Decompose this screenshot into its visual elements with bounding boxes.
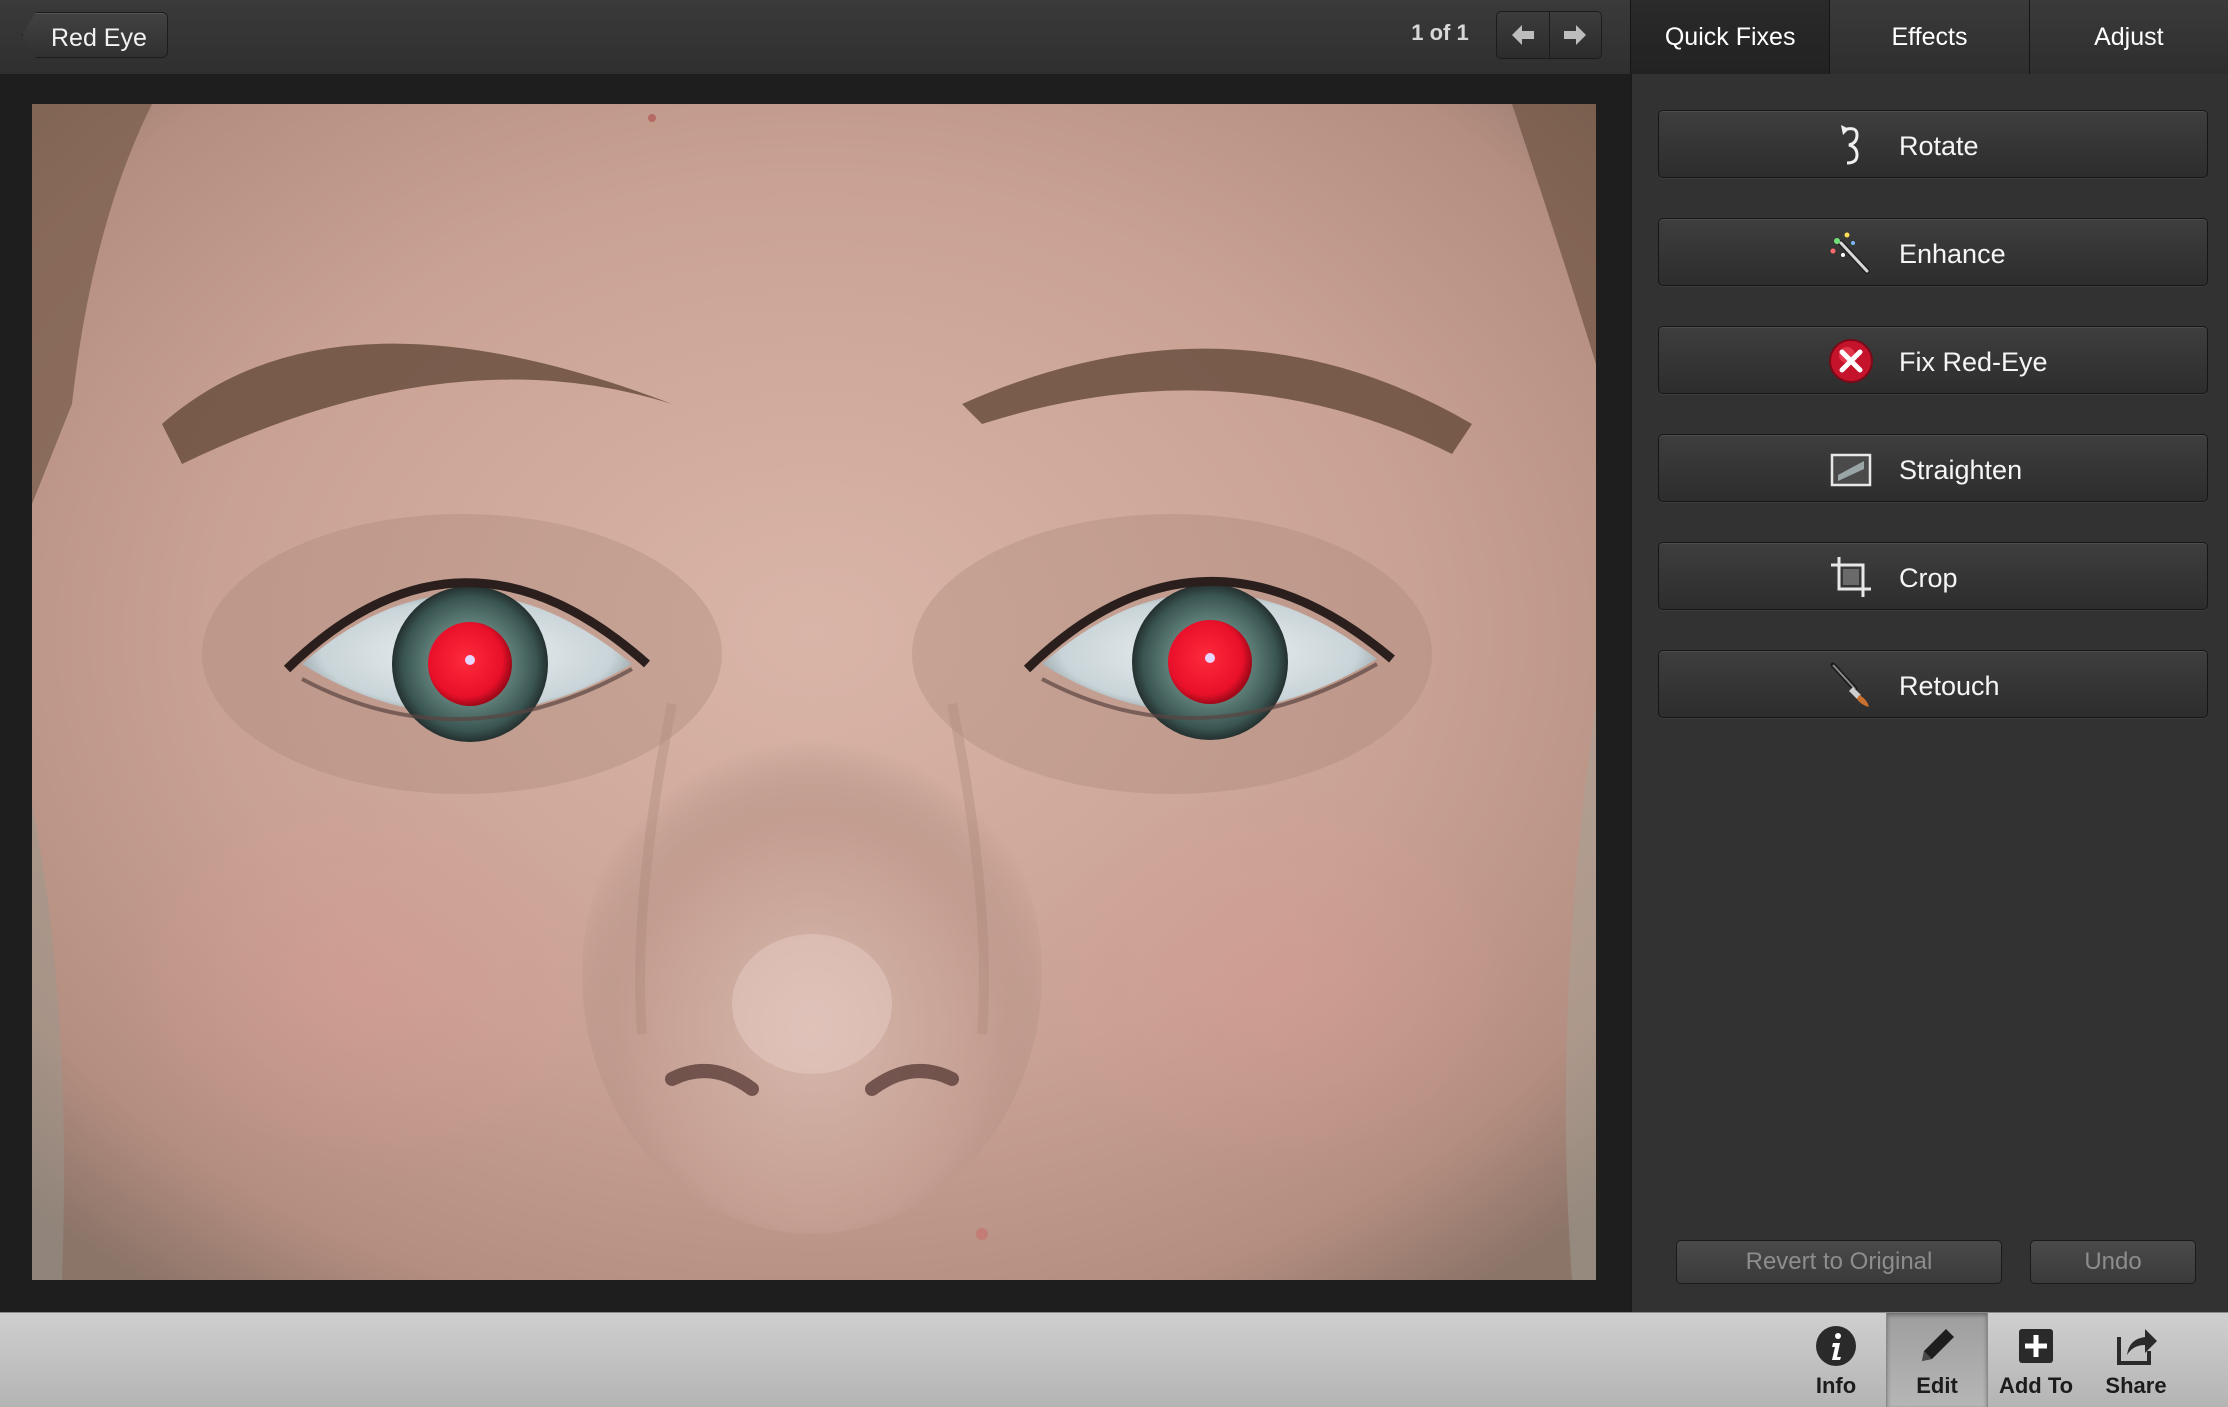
arrow-left-icon xyxy=(1511,25,1534,45)
back-button[interactable]: Red Eye xyxy=(22,12,168,58)
straighten-icon xyxy=(1830,453,1872,487)
edit-label: Edit xyxy=(1916,1373,1958,1398)
enhance-button[interactable]: Enhance xyxy=(1658,218,2208,286)
photo-navigation xyxy=(1496,11,1602,59)
quick-fixes-panel: Rotate Enhance Fix Red-Eye Straighten Cr… xyxy=(1630,74,2228,1312)
info-icon xyxy=(1816,1326,1856,1366)
pencil-icon xyxy=(1922,1329,1954,1361)
straighten-button[interactable]: Straighten xyxy=(1658,434,2208,502)
crop-label: Crop xyxy=(1899,563,1958,593)
previous-photo-button[interactable] xyxy=(1497,12,1549,58)
add-to-button[interactable]: Add To xyxy=(1986,1313,2086,1407)
info-button[interactable]: Info xyxy=(1786,1313,1886,1407)
add-to-label: Add To xyxy=(1998,1373,2074,1398)
tab-effects[interactable]: Effects xyxy=(1829,0,2029,74)
tab-adjust[interactable]: Adjust xyxy=(2028,0,2228,74)
photo-canvas[interactable] xyxy=(32,104,1596,1280)
fix-red-eye-button[interactable]: Fix Red-Eye xyxy=(1658,326,2208,394)
retouch-button[interactable]: Retouch xyxy=(1658,650,2208,718)
revert-to-original-button[interactable]: Revert to Original xyxy=(1676,1240,2002,1284)
next-photo-button[interactable] xyxy=(1548,12,1602,58)
back-button-label: Red Eye xyxy=(51,24,147,52)
top-bar: Red Eye 1 of 1 xyxy=(0,0,1630,75)
red-eye-icon xyxy=(1829,339,1873,383)
edit-button[interactable]: Edit xyxy=(1886,1313,1988,1407)
photo-counter: 1 of 1 xyxy=(1411,20,1469,45)
crop-button[interactable]: Crop xyxy=(1658,542,2208,610)
info-label: Info xyxy=(1815,1373,1857,1398)
straighten-label: Straighten xyxy=(1899,455,2023,485)
brush-icon xyxy=(1830,662,1869,707)
bottom-toolbar: Info Edit Add To Share xyxy=(0,1312,2228,1407)
arrow-right-icon xyxy=(1564,25,1587,45)
retouch-label: Retouch xyxy=(1899,671,2000,701)
photo-viewer xyxy=(0,74,1630,1312)
rotate-button[interactable]: Rotate xyxy=(1658,110,2208,178)
share-label: Share xyxy=(2105,1373,2167,1398)
undo-button[interactable]: Undo xyxy=(2030,1240,2196,1284)
magic-wand-icon xyxy=(1830,232,1870,274)
tab-quick-fixes[interactable]: Quick Fixes xyxy=(1630,0,1830,74)
rotate-icon xyxy=(1841,125,1859,165)
plus-box-icon xyxy=(2019,1329,2053,1363)
edit-tabs: Quick Fixes Effects Adjust xyxy=(1630,0,2228,74)
share-button[interactable]: Share xyxy=(2086,1313,2186,1407)
enhance-label: Enhance xyxy=(1899,239,2006,269)
share-icon xyxy=(2117,1329,2157,1365)
rotate-label: Rotate xyxy=(1899,131,1979,161)
fix-red-eye-label: Fix Red-Eye xyxy=(1899,347,2048,377)
crop-icon xyxy=(1831,557,1871,597)
